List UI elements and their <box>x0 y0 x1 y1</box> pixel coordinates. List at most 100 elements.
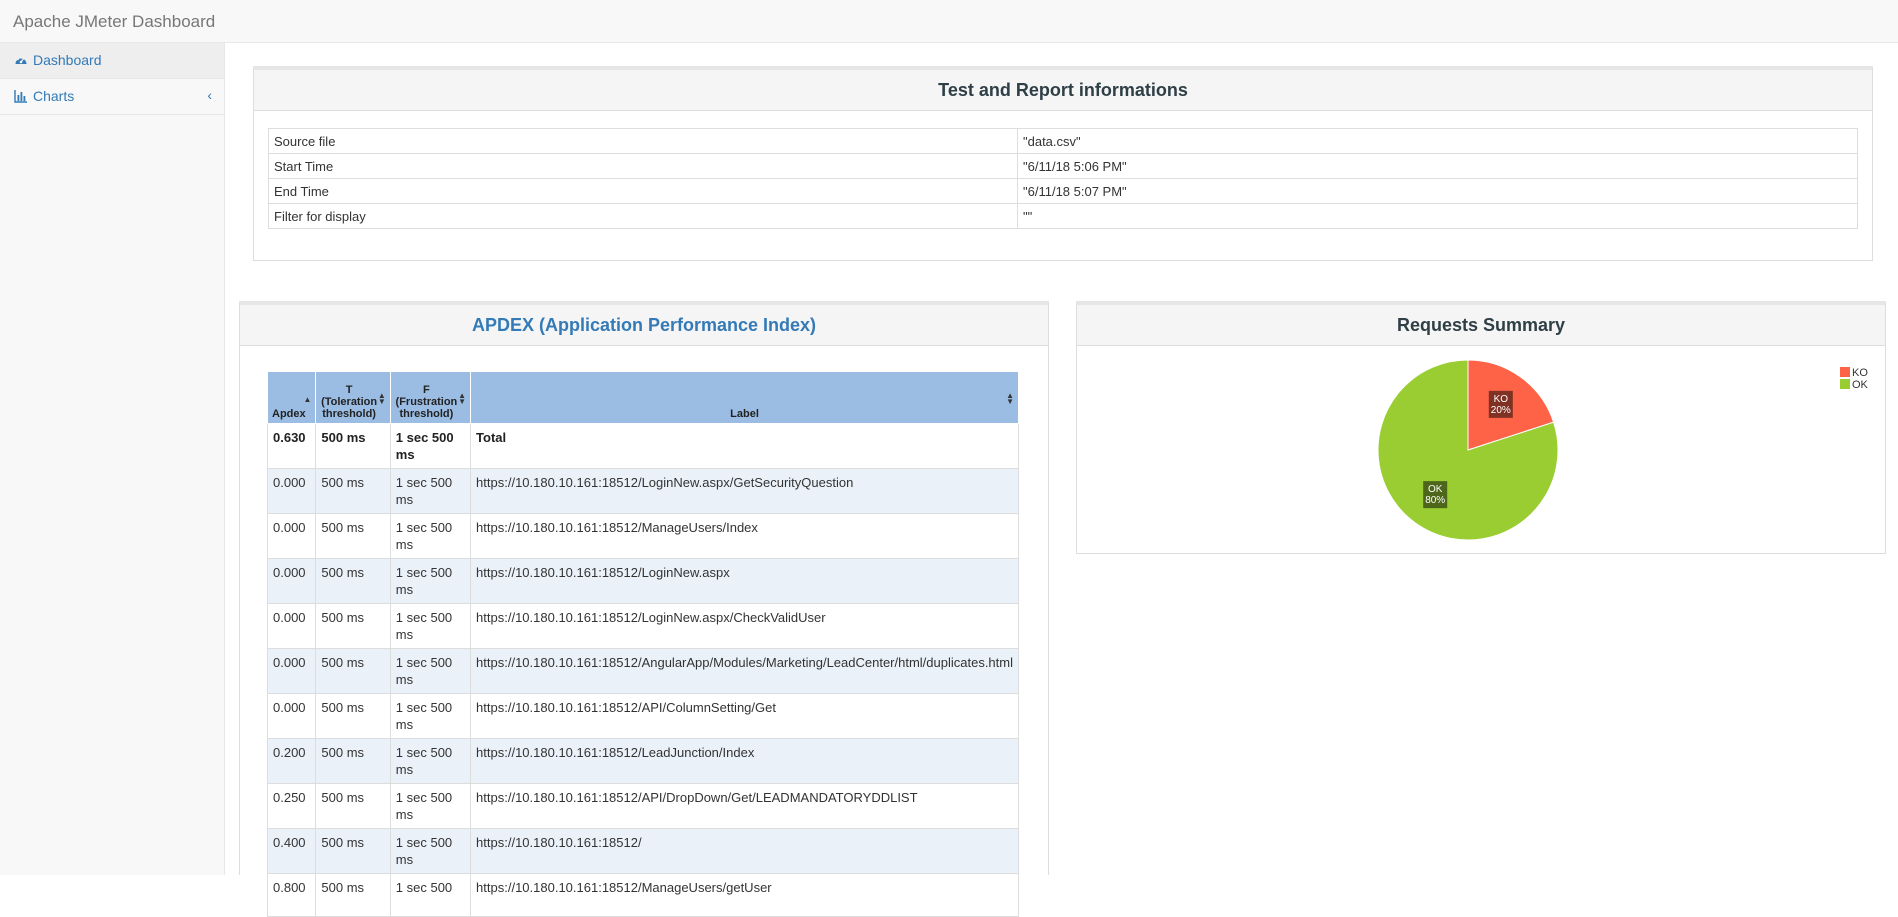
cell-t: 500 ms <box>315 693 391 739</box>
sidebar-item-dashboard[interactable]: Dashboard <box>0 43 224 79</box>
dashboard-icon <box>15 56 27 64</box>
cell-label: https://10.180.10.161:18512/LoginNew.asp… <box>470 468 1019 514</box>
cell-apdex: 0.630 <box>266 423 317 469</box>
info-panel-title: Test and Report informations <box>938 80 1188 100</box>
cell-apdex: 0.000 <box>266 693 317 739</box>
cell-t: 500 ms <box>315 603 391 649</box>
cell-f: 1 sec 500 ms <box>389 468 472 514</box>
requests-summary-panel: Requests Summary KO 20% OK 80% KO OK <box>1076 301 1886 554</box>
cell-f: 1 sec 500 ms <box>389 783 472 829</box>
info-key: Source file <box>268 128 1018 154</box>
cell-label: https://10.180.10.161:18512/LeadJunction… <box>470 738 1019 784</box>
app-title-link[interactable]: Apache JMeter Dashboard <box>13 12 215 32</box>
info-key: Start Time <box>268 153 1018 179</box>
info-panel-heading: Test and Report informations <box>254 70 1872 111</box>
sidebar-item-charts[interactable]: Charts ‹ <box>0 79 224 115</box>
cell-f: 1 sec 500 <box>389 873 472 917</box>
table-row: 0.400 500 ms 1 sec 500 ms https://10.180.10… <box>266 828 1019 874</box>
cell-apdex: 0.200 <box>266 738 317 784</box>
info-row: End Time "6/11/18 5:07 PM" <box>268 178 1858 204</box>
top-navbar: Apache JMeter Dashboard <box>0 0 1898 43</box>
info-row: Start Time "6/11/18 5:06 PM" <box>268 153 1858 179</box>
info-value: "6/11/18 5:07 PM" <box>1017 178 1858 204</box>
sidebar: Dashboard Charts ‹ <box>0 43 225 875</box>
table-row: 0.000 500 ms 1 sec 500 ms https://10.180.10… <box>266 648 1019 694</box>
apdex-header-row: Apdex ▲ T (Toleration threshold) ▲ ▼ F (F… <box>266 371 1019 424</box>
info-row: Filter for display "" <box>268 203 1858 229</box>
column-header-label: Apdex <box>272 408 306 420</box>
apdex-table: Apdex ▲ T (Toleration threshold) ▲ ▼ F (F… <box>266 371 1019 917</box>
cell-apdex: 0.250 <box>266 783 317 829</box>
cell-apdex: 0.000 <box>266 603 317 649</box>
apdex-panel-title[interactable]: APDEX (Application Performance Index) <box>472 315 816 335</box>
apdex-panel: APDEX (Application Performance Index) Ap… <box>239 301 1049 917</box>
cell-f: 1 sec 500 ms <box>389 693 472 739</box>
cell-f: 1 sec 500 ms <box>389 738 472 784</box>
cell-apdex: 0.400 <box>266 828 317 874</box>
cell-f: 1 sec 500 ms <box>389 828 472 874</box>
svg-text:80%: 80% <box>1425 495 1445 506</box>
cell-t: 500 ms <box>315 873 391 917</box>
summary-panel-title: Requests Summary <box>1396 315 1566 335</box>
requests-summary-pie-chart: KO20% OK80% <box>1377 359 1559 541</box>
pie-legend: KO OK <box>1840 367 1868 391</box>
table-row: 0.200 500 ms 1 sec 500 ms https://10.180.10… <box>266 738 1019 784</box>
column-header-label: Label <box>730 408 759 420</box>
test-report-info-panel: Test and Report informations Source file… <box>253 66 1873 261</box>
legend-label: KO <box>1852 367 1868 379</box>
column-header-f[interactable]: F (Frustration threshold) ▲ ▼ <box>389 371 472 424</box>
svg-text:KO: KO <box>1494 394 1509 405</box>
table-row: 0.800 500 ms 1 sec 500 https://10.180.10.16… <box>266 873 1019 917</box>
svg-text:OK: OK <box>1428 484 1443 495</box>
cell-t: 500 ms <box>315 423 391 469</box>
cell-t: 500 ms <box>315 648 391 694</box>
legend-swatch <box>1840 379 1850 389</box>
cell-label: https://10.180.10.161:18512/API/ColumnSe… <box>470 693 1019 739</box>
sort-icon: ▲ ▼ <box>458 391 467 406</box>
info-value: "6/11/18 5:06 PM" <box>1017 153 1858 179</box>
column-header-label: T (Toleration threshold) <box>321 384 378 420</box>
cell-label: https://10.180.10.161:18512/LoginNew.asp… <box>470 558 1019 604</box>
summary-panel-heading: Requests Summary <box>1077 305 1885 346</box>
cell-f: 1 sec 500 ms <box>389 603 472 649</box>
info-value: "data.csv" <box>1017 128 1858 154</box>
legend-item-ko[interactable]: KO <box>1840 367 1868 379</box>
cell-f: 1 sec 500 ms <box>389 648 472 694</box>
info-table: Source file "data.csv" Start Time "6/11/… <box>268 128 1858 229</box>
apdex-panel-heading: APDEX (Application Performance Index) <box>240 305 1048 346</box>
svg-text:20%: 20% <box>1491 405 1511 416</box>
table-row: 0.000 500 ms 1 sec 500 ms https://10.180.10… <box>266 513 1019 559</box>
info-key: End Time <box>268 178 1018 204</box>
cell-t: 500 ms <box>315 783 391 829</box>
cell-label: https://10.180.10.161:18512/ManageUsers/… <box>470 873 1019 917</box>
cell-t: 500 ms <box>315 828 391 874</box>
cell-t: 500 ms <box>315 513 391 559</box>
chevron-left-icon[interactable]: ‹ <box>207 87 212 103</box>
info-value: "" <box>1017 203 1858 229</box>
sidebar-item-label: Charts <box>33 88 75 104</box>
column-header-t[interactable]: T (Toleration threshold) ▲ ▼ <box>315 371 391 424</box>
cell-t: 500 ms <box>315 558 391 604</box>
column-header-label[interactable]: Label ▲ ▼ <box>470 371 1019 424</box>
cell-apdex: 0.000 <box>266 558 317 604</box>
column-header-label: F (Frustration threshold) <box>395 384 458 420</box>
cell-label: https://10.180.10.161:18512/AngularApp/M… <box>470 648 1019 694</box>
cell-f: 1 sec 500 ms <box>389 423 472 469</box>
legend-item-ok[interactable]: OK <box>1840 379 1868 391</box>
sidebar-item-label: Dashboard <box>33 52 102 68</box>
cell-t: 500 ms <box>315 468 391 514</box>
info-row: Source file "data.csv" <box>268 128 1858 154</box>
cell-f: 1 sec 500 ms <box>389 513 472 559</box>
legend-swatch <box>1840 367 1850 377</box>
cell-label: https://10.180.10.161:18512/LoginNew.asp… <box>470 603 1019 649</box>
cell-label: https://10.180.10.161:18512/ <box>470 828 1019 874</box>
cell-f: 1 sec 500 ms <box>389 558 472 604</box>
cell-t: 500 ms <box>315 738 391 784</box>
table-row: 0.000 500 ms 1 sec 500 ms https://10.180.10… <box>266 558 1019 604</box>
pie-label-ok: OK80% <box>1423 481 1448 509</box>
cell-apdex: 0.800 <box>266 873 317 917</box>
table-row-total: 0.630 500 ms 1 sec 500 ms Total <box>266 423 1019 469</box>
column-header-apdex[interactable]: Apdex ▲ <box>266 371 317 424</box>
cell-label: Total <box>470 423 1019 469</box>
pie-label-ko: KO20% <box>1488 390 1513 418</box>
